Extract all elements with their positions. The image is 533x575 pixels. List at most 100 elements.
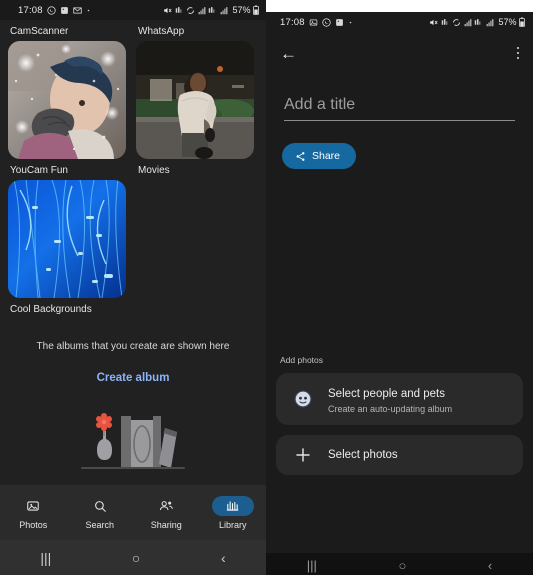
- signal-wifi-icon: [441, 18, 448, 25]
- nav-label: Photos: [19, 519, 48, 530]
- album-label: Movies: [138, 165, 170, 176]
- app-icon: [335, 18, 343, 26]
- message-icon: [73, 7, 82, 13]
- face-icon: [292, 389, 314, 409]
- library-icon: [226, 500, 239, 511]
- album-title-field-wrapper: [284, 96, 515, 121]
- man-walking-photo: [136, 41, 254, 159]
- nav-label: Sharing: [150, 519, 182, 530]
- album-row: Cool Backgrounds: [8, 180, 258, 319]
- status-bar: 17:08 57%: [266, 12, 533, 32]
- signal-bars2-icon: [475, 18, 481, 25]
- back-arrow-icon[interactable]: ←: [280, 45, 297, 62]
- plus-icon: [292, 446, 314, 464]
- mute-icon: [164, 7, 173, 13]
- sync-icon: [187, 6, 195, 14]
- recents-button[interactable]: |||: [307, 559, 317, 572]
- status-bar-right: 57%: [429, 17, 525, 27]
- album-thumbnail[interactable]: [136, 41, 254, 159]
- album-thumbnail[interactable]: [8, 41, 126, 159]
- album-item-cool-backgrounds[interactable]: Cool Backgrounds: [8, 180, 126, 319]
- empty-albums-message: The albums that you create are shown her…: [36, 341, 230, 352]
- app-bar: ←: [266, 32, 533, 74]
- dual-screenshot-container: 17:08 57% CamScanner WhatsApp YouCam Fun…: [0, 0, 533, 575]
- share-icon: [296, 151, 305, 161]
- nav-pill: [12, 496, 54, 516]
- android-system-nav: ||| ○ ‹: [266, 553, 533, 575]
- left-phone-screen: 17:08 57% CamScanner WhatsApp YouCam Fun…: [0, 0, 266, 575]
- recents-button[interactable]: |||: [40, 551, 51, 565]
- album-row-labels: YouCam Fun Movies: [8, 159, 258, 180]
- bottom-navigation-bar: Photos Search Sharing Library: [0, 485, 266, 540]
- album-label: WhatsApp: [138, 26, 185, 37]
- nav-item-search[interactable]: Search: [67, 496, 134, 530]
- battery-icon: [519, 17, 525, 27]
- card-text: Select people and pets Create an auto-up…: [328, 384, 452, 414]
- status-bar-right: 57%: [163, 5, 259, 15]
- signal-wifi-icon: [175, 6, 182, 13]
- signal-bars-icon: [198, 6, 206, 14]
- blue-fiber-optic-photo: [8, 180, 126, 298]
- right-phone-content: 17:08 57% ← Add a title Share Add photos…: [266, 12, 533, 575]
- nav-pill: [145, 496, 187, 516]
- nav-pill-active: [211, 495, 254, 516]
- add-photos-label: Add photos: [280, 355, 324, 365]
- dot: [516, 56, 519, 60]
- status-bar-left: 17:08: [280, 17, 353, 28]
- select-people-and-pets-card[interactable]: Select people and pets Create an auto-up…: [276, 373, 523, 425]
- home-button[interactable]: ○: [398, 559, 406, 572]
- dot: [516, 46, 519, 50]
- search-icon: [94, 500, 106, 512]
- winter-portrait-photo: [8, 41, 126, 159]
- nav-pill: [79, 496, 121, 516]
- app-icon: [60, 6, 68, 14]
- sync-icon: [453, 18, 461, 26]
- photo-icon: [27, 500, 40, 511]
- albums-grid: CamScanner WhatsApp YouCam Fun Movies Co…: [0, 20, 266, 319]
- nav-label: Search: [85, 519, 115, 530]
- empty-albums-state: The albums that you create are shown her…: [0, 341, 266, 474]
- battery-percent: 57%: [498, 17, 517, 27]
- album-label: YouCam Fun: [10, 165, 68, 176]
- card-title: Select photos: [328, 449, 398, 461]
- nav-label: Library: [218, 519, 247, 530]
- album-item-movies[interactable]: Movies: [136, 159, 254, 180]
- album-item-camscanner[interactable]: CamScanner: [8, 20, 126, 159]
- mute-icon: [430, 19, 439, 25]
- nav-item-photos[interactable]: Photos: [0, 496, 67, 530]
- select-photos-card[interactable]: Select photos: [276, 435, 523, 475]
- dot: [516, 51, 519, 55]
- signal-bars-icon: [464, 18, 472, 26]
- album-item-whatsapp[interactable]: WhatsApp: [136, 20, 254, 159]
- nav-item-library[interactable]: Library: [200, 495, 267, 530]
- android-system-nav: ||| ○ ‹: [0, 540, 266, 575]
- signal-bars2-icon: [209, 6, 215, 13]
- card-subtitle: Create an auto-updating album: [328, 404, 453, 414]
- battery-icon: [253, 5, 259, 15]
- back-button[interactable]: ‹: [221, 551, 226, 565]
- signal-bars3-icon: [220, 6, 228, 14]
- status-bar-time: 17:08: [280, 16, 305, 28]
- nav-item-sharing[interactable]: Sharing: [133, 496, 200, 530]
- whatsapp-icon: [322, 17, 331, 27]
- more-options-icon[interactable]: [516, 46, 519, 60]
- gallery-icon: [309, 19, 318, 25]
- album-thumbnail[interactable]: [8, 180, 126, 298]
- album-row: CamScanner WhatsApp: [8, 20, 258, 159]
- status-bar-time: 17:08: [18, 4, 43, 16]
- status-bar: 17:08 57%: [0, 0, 266, 20]
- home-button[interactable]: ○: [132, 551, 140, 565]
- album-title-input[interactable]: [284, 96, 515, 114]
- album-label: CamScanner: [10, 26, 69, 37]
- whatsapp-icon: [47, 5, 56, 15]
- right-phone-screen: 17:08 57% ← Add a title Share Add photos…: [266, 0, 533, 575]
- create-album-button[interactable]: Create album: [97, 372, 170, 384]
- album-label: Cool Backgrounds: [10, 304, 92, 315]
- share-button-label: Share: [312, 150, 341, 162]
- album-item-youcam-fun[interactable]: YouCam Fun: [8, 159, 126, 180]
- back-button[interactable]: ‹: [488, 559, 492, 572]
- share-button[interactable]: Share: [282, 143, 357, 169]
- card-title: Select people and pets: [328, 388, 446, 400]
- books-and-vase-illustration: [0, 404, 266, 474]
- dot-icon: [87, 9, 90, 11]
